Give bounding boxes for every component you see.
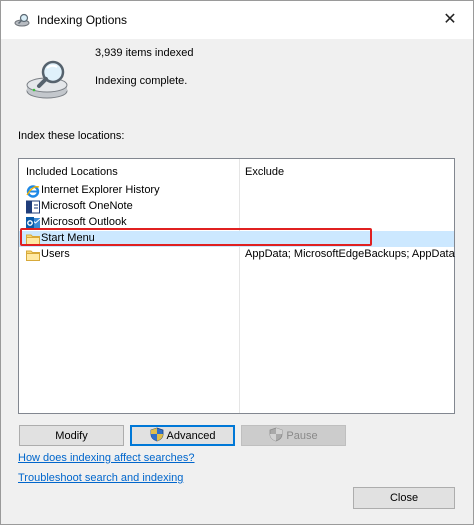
internet-explorer-icon — [26, 184, 40, 198]
onenote-icon — [26, 200, 40, 214]
indexing-status-icon — [25, 59, 75, 104]
pause-button[interactable]: Pause — [241, 425, 346, 446]
start-menu-highlight-annotation — [20, 228, 372, 246]
close-button[interactable]: Close — [353, 487, 455, 509]
close-icon[interactable]: ✕ — [427, 1, 473, 37]
modify-button-label: Modify — [55, 429, 88, 442]
exclude-header[interactable]: Exclude — [245, 166, 284, 178]
location-row-microsoft-onenote[interactable]: Microsoft OneNote — [19, 199, 454, 215]
items-indexed-count: 3,939 items indexed — [95, 47, 194, 59]
indexing-options-app-icon — [14, 13, 30, 30]
location-row-internet-explorer-history[interactable]: Internet Explorer History — [19, 183, 454, 199]
advanced-button-label: Advanced — [166, 429, 216, 442]
troubleshoot-indexing-link[interactable]: Troubleshoot search and indexing — [18, 472, 183, 484]
pause-button-label: Pause — [286, 429, 318, 442]
indexing-status-text: Indexing complete. — [95, 75, 188, 87]
indexing-options-window: Indexing Options ✕ 3,939 items indexed I… — [0, 0, 474, 525]
location-row-users[interactable]: Users AppData; MicrosoftEdgeBackups; App… — [19, 247, 455, 263]
advanced-button[interactable]: Advanced — [130, 425, 235, 446]
location-name: Microsoft Outlook — [41, 216, 127, 228]
admin-shield-icon — [150, 427, 164, 445]
close-button-label: Close — [389, 492, 419, 504]
admin-shield-icon — [269, 427, 283, 445]
included-locations-header[interactable]: Included Locations — [26, 166, 118, 178]
modify-button[interactable]: Modify — [19, 425, 124, 446]
locations-list[interactable]: Included Locations Exclude Internet Expl… — [18, 158, 455, 414]
location-name: Users — [41, 248, 70, 260]
folder-icon — [26, 248, 40, 262]
title-bar: Indexing Options ✕ — [1, 1, 473, 39]
location-name: Microsoft OneNote — [41, 200, 133, 212]
location-exclude: AppData; MicrosoftEdgeBackups; AppData — [245, 248, 455, 260]
indexing-affect-searches-link[interactable]: How does indexing affect searches? — [18, 452, 195, 464]
window-title: Indexing Options — [37, 13, 128, 27]
location-name: Internet Explorer History — [41, 184, 160, 196]
index-locations-label: Index these locations: — [18, 130, 125, 142]
